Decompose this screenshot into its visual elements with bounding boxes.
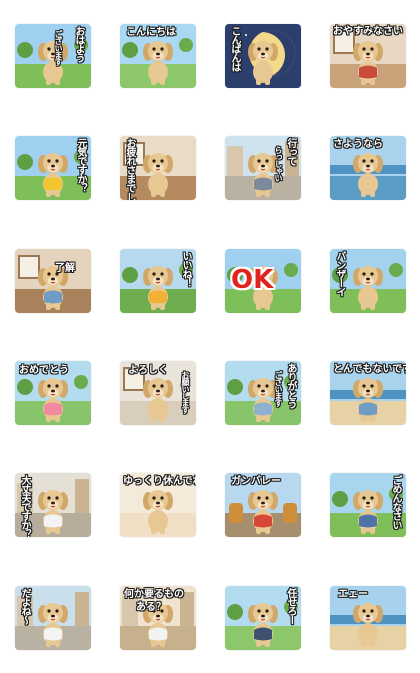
sticker-20[interactable]: ごめんなさい <box>330 473 406 537</box>
puppy-illustration <box>353 378 383 422</box>
sticker-3[interactable]: こんばんは <box>225 24 301 88</box>
sticker-13[interactable]: おめでとう <box>15 361 91 425</box>
sticker-caption: 任せろー <box>285 588 296 624</box>
sticker-caption: ガンバレー <box>231 476 281 487</box>
tree <box>227 379 243 395</box>
building <box>75 479 89 513</box>
sticker-caption: いいね！ <box>180 251 191 287</box>
sticker-caption: こんにちは <box>126 27 176 38</box>
sticker-caption: ごめんなさい <box>390 475 401 529</box>
puppy-illustration <box>353 41 383 85</box>
tree <box>17 42 33 58</box>
sticker-12[interactable]: バンザーイ <box>330 249 406 313</box>
tree <box>179 38 193 52</box>
sticker-18[interactable]: ゆっくり休んでね <box>120 473 196 537</box>
sticker-caption: エェー <box>338 589 368 600</box>
puppy-illustration <box>248 603 278 647</box>
sticker-17[interactable]: 大丈夫ですか？ <box>15 473 91 537</box>
puppy-illustration <box>38 153 68 197</box>
puppy-illustration <box>143 41 173 85</box>
sticker-15[interactable]: ありがとう ございます <box>225 361 301 425</box>
sticker-caption: おはよう <box>73 26 84 62</box>
sticker-grid: おはよう ございます こんにちは こんばんは おやすみなさい 元気ですか？ お疲れさまでした… <box>0 0 420 673</box>
sticker-22[interactable]: 何か要るもの ある？ <box>120 586 196 650</box>
sticker-9[interactable]: 了解 <box>15 249 91 313</box>
building <box>227 146 243 176</box>
sticker-6[interactable]: お疲れさまでした <box>120 136 196 200</box>
puppy-illustration <box>353 153 383 197</box>
sticker-caption: おやすみなさい <box>333 26 403 37</box>
puppy-illustration <box>353 490 383 534</box>
tree <box>122 42 138 58</box>
sticker-caption: バンザーイ <box>334 251 345 296</box>
sticker-caption: ゆっくり休んでね <box>123 476 196 487</box>
sticker-caption: 大丈夫ですか？ <box>19 475 30 537</box>
sticker-2[interactable]: こんにちは <box>120 24 196 88</box>
sticker-caption: 了解 <box>55 263 75 274</box>
sticker-24[interactable]: エェー <box>330 586 406 650</box>
sticker-caption-line-2: らっしゃい <box>274 146 283 181</box>
sticker-1[interactable]: おはよう ございます <box>15 24 91 88</box>
puppy-illustration <box>143 153 173 197</box>
sticker-caption-line-2: ある？ <box>136 602 166 613</box>
sticker-8[interactable]: さようなら <box>330 136 406 200</box>
tree <box>17 379 33 395</box>
puppy-illustration <box>143 266 173 310</box>
puppy-illustration <box>353 603 383 647</box>
puppy-illustration <box>38 490 68 534</box>
puppy-illustration <box>248 41 278 85</box>
puppy-illustration <box>143 378 173 422</box>
tree <box>122 267 138 283</box>
sticker-caption: 元気ですか？ <box>75 138 86 192</box>
sticker-19[interactable]: ガンバレー <box>225 473 301 537</box>
tree <box>227 604 243 620</box>
sticker-caption-line-2: ございます <box>54 30 63 65</box>
building <box>75 592 89 626</box>
sticker-caption: 行って <box>285 138 296 165</box>
parade-dog <box>283 503 297 523</box>
tree <box>332 491 348 507</box>
sticker-caption: OK <box>231 265 274 295</box>
sticker-16[interactable]: とんでもないです <box>330 361 406 425</box>
tree <box>17 154 33 170</box>
puppy-illustration <box>143 490 173 534</box>
sticker-caption: 何か要るもの <box>124 589 184 600</box>
tree <box>389 263 403 277</box>
tree <box>284 263 298 277</box>
sticker-4[interactable]: おやすみなさい <box>330 24 406 88</box>
sticker-7[interactable]: 行って らっしゃい <box>225 136 301 200</box>
sticker-caption: だよね〜 <box>19 588 30 624</box>
sticker-10[interactable]: いいね！ <box>120 249 196 313</box>
sticker-caption: よろしく <box>128 365 168 376</box>
puppy-illustration <box>38 603 68 647</box>
sticker-caption: ありがとう <box>285 363 296 408</box>
sticker-caption-line-2: ございます <box>274 371 283 406</box>
sticker-caption: おめでとう <box>19 365 69 376</box>
sticker-14[interactable]: よろしくお願いします <box>120 361 196 425</box>
tree <box>74 375 88 389</box>
puppy-illustration <box>353 266 383 310</box>
puppy-illustration <box>38 378 68 422</box>
sticker-23[interactable]: 任せろー <box>225 586 301 650</box>
parade-dog <box>229 503 243 523</box>
sticker-caption: お疲れさまでした <box>124 138 135 200</box>
sticker-5[interactable]: 元気ですか？ <box>15 136 91 200</box>
sticker-caption-line-2: お願いします <box>181 371 190 413</box>
sticker-caption: こんばんは <box>229 26 240 71</box>
sticker-21[interactable]: だよね〜 <box>15 586 91 650</box>
sticker-11[interactable]: OK <box>225 249 301 313</box>
sticker-caption: さようなら <box>333 139 383 150</box>
sticker-caption: とんでもないです <box>333 364 406 375</box>
puppy-illustration <box>248 490 278 534</box>
